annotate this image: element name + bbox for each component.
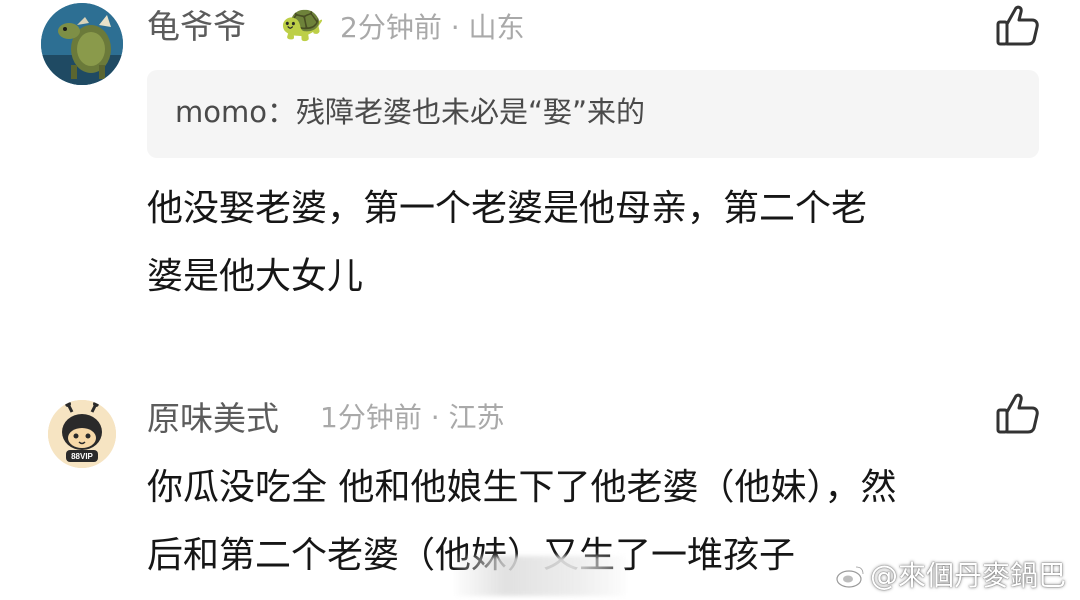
thumbs-up-icon <box>996 393 1039 434</box>
blur-overlay <box>455 556 625 596</box>
quote-content: 残障老婆也未必是“娶”来的 <box>296 95 646 129</box>
quote-author[interactable]: momo <box>175 95 267 129</box>
watermark: @來個丹麥鍋巴 <box>836 562 1066 590</box>
weibo-logo-icon <box>836 565 865 588</box>
thumbs-up-icon <box>996 5 1039 46</box>
comment-item-1: 龟爷爷 🐢 2分钟前 · 山东 momo：残障老婆也未必是“娶”来的 他没娶老婆… <box>0 0 1080 330</box>
comment-body: 他没娶老婆，第一个老婆是他母亲，第二个老 婆是他大女儿 <box>147 175 867 311</box>
like-button[interactable] <box>994 2 1040 48</box>
comment-meta: 1分钟前 · 江苏 <box>320 401 505 434</box>
like-button[interactable] <box>994 390 1040 436</box>
turtle-avatar-image <box>41 3 123 85</box>
watermark-text: @來個丹麥鍋巴 <box>869 559 1066 592</box>
username[interactable]: 龟爷爷 <box>147 10 246 43</box>
comment-body-line: 婆是他大女儿 <box>147 256 364 297</box>
avatar-badge-text: 88VIP <box>71 452 93 461</box>
comment-body-line: 他没娶老婆，第一个老婆是他母亲，第二个老 <box>147 188 868 229</box>
turtle-emoji-icon: 🐢 <box>280 3 325 44</box>
quote-separator: ： <box>266 95 296 129</box>
comment-body-line: 你瓜没吃全 他和他娘生下了他老婆（他妹），然 <box>147 467 897 508</box>
bee-avatar-image: 88VIP <box>48 400 116 468</box>
username[interactable]: 原味美式 <box>147 402 279 435</box>
user-avatar[interactable] <box>41 3 123 85</box>
comment-meta: 2分钟前 · 山东 <box>340 11 525 44</box>
quoted-reply-text: momo：残障老婆也未必是“娶”来的 <box>175 98 645 127</box>
user-avatar[interactable]: 88VIP <box>48 400 116 468</box>
quoted-reply[interactable]: momo：残障老婆也未必是“娶”来的 <box>147 70 1039 158</box>
